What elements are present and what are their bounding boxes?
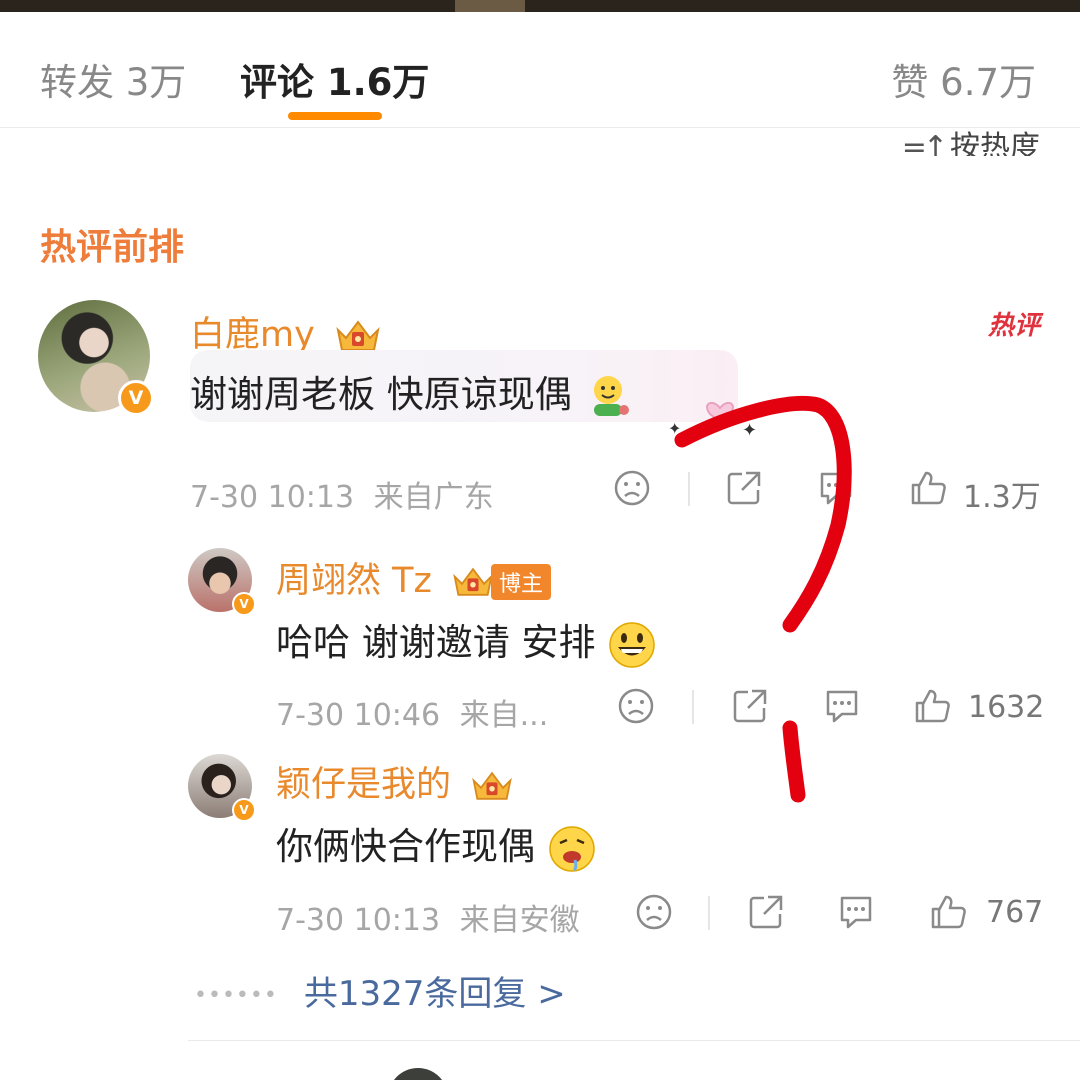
- author-name-text: 白鹿my: [190, 315, 315, 355]
- comment-text-content: 谢谢周老板 快原谅现偶: [190, 373, 572, 416]
- sort-toggle[interactable]: =↑ 按热度: [902, 122, 1040, 156]
- dotted-line: ••••••: [194, 983, 278, 1008]
- action-separator: [708, 896, 710, 930]
- reply-meta: 7-30 10:46 来自...: [276, 690, 548, 734]
- avatar[interactable]: V: [188, 548, 256, 616]
- sparkle-decoration-icon: ✦ ✦ ✦: [668, 401, 757, 441]
- thumbs-up-icon[interactable]: [908, 468, 948, 508]
- action-separator: [688, 472, 690, 506]
- comment-text: 谢谢周老板 快原谅现偶: [190, 364, 634, 422]
- share-icon[interactable]: [724, 468, 764, 508]
- sort-label: 按热度: [950, 130, 1040, 156]
- drooling-emoji-icon: [549, 825, 595, 872]
- avatar[interactable]: [388, 1068, 448, 1080]
- blogger-badge: 博主: [451, 564, 552, 600]
- like-count: 1632: [968, 690, 1045, 725]
- thumbs-up-icon[interactable]: [928, 892, 968, 932]
- svg-text:✦: ✦: [742, 420, 757, 441]
- hug-emoji-icon: [593, 375, 629, 416]
- active-tab-indicator: [288, 112, 382, 120]
- tab-repost[interactable]: 转发 3万: [40, 52, 186, 106]
- reply-author-name[interactable]: 周翊然 Tz 博主: [276, 552, 552, 603]
- reply-text: 你俩快合作现偶: [276, 816, 597, 874]
- comment-location: 来自广东: [373, 480, 494, 515]
- more-replies-label: 共1327条回复 >: [303, 974, 566, 1014]
- comment-bubble-icon[interactable]: [836, 892, 876, 932]
- reply-text-content: 哈哈 谢谢邀请 安排: [276, 621, 596, 664]
- share-icon[interactable]: [730, 686, 770, 726]
- reply-time: 7-30 10:46: [276, 698, 441, 733]
- author-name-text: 颖仔是我的: [276, 765, 452, 805]
- sad-face-icon[interactable]: [616, 686, 656, 726]
- share-icon[interactable]: [746, 892, 786, 932]
- crown-badge-icon: [336, 320, 380, 351]
- tab-comment[interactable]: 评论 1.6万: [240, 52, 429, 106]
- like-count: 1.3万: [963, 480, 1041, 515]
- reply-location: 来自...: [459, 698, 549, 733]
- tab-like[interactable]: 赞 6.7万: [891, 52, 1036, 106]
- comment-meta: 7-30 10:13 来自广东: [190, 472, 494, 516]
- reply-text-content: 你俩快合作现偶: [276, 825, 535, 868]
- verified-v-icon: V: [232, 798, 256, 822]
- sad-face-icon[interactable]: [612, 468, 652, 508]
- comment-bubble-icon[interactable]: [822, 686, 862, 726]
- like-count: 767: [986, 895, 1044, 930]
- avatar[interactable]: V: [38, 300, 154, 416]
- author-name-text: 周翊然 Tz: [276, 561, 432, 601]
- reply-text: 哈哈 谢谢邀请 安排: [276, 612, 657, 670]
- comment-divider: [188, 1040, 1080, 1041]
- comment-time: 7-30 10:13: [190, 480, 355, 515]
- avatar[interactable]: V: [188, 754, 256, 822]
- top-image-glow: [455, 0, 525, 12]
- svg-text:✦: ✦: [704, 418, 712, 429]
- sort-icon: =↑: [901, 130, 948, 156]
- svg-text:✦: ✦: [668, 419, 681, 438]
- comment-bubble-icon[interactable]: [816, 468, 856, 508]
- section-title: 热评前排: [40, 227, 185, 268]
- reply-time: 7-30 10:13: [276, 903, 441, 938]
- tab-bar: 转发 3万 评论 1.6万 赞 6.7万: [0, 12, 1080, 128]
- sad-face-icon[interactable]: [634, 892, 674, 932]
- reply-location: 来自安徽: [459, 903, 580, 938]
- crown-badge-icon: [453, 567, 493, 596]
- reply-meta: 7-30 10:13 来自安徽: [276, 895, 580, 939]
- grin-emoji-icon: [609, 621, 656, 668]
- crown-badge-icon: [472, 771, 512, 800]
- reply-author-name[interactable]: 颖仔是我的: [276, 756, 514, 807]
- action-separator: [692, 690, 694, 724]
- hot-comment-tag: 热评: [987, 311, 1040, 341]
- verified-v-icon: V: [232, 592, 256, 616]
- thumbs-up-icon[interactable]: [912, 686, 952, 726]
- verified-v-icon: V: [118, 380, 154, 416]
- blogger-badge-label: 博主: [491, 564, 552, 600]
- top-image-strip: [0, 0, 1080, 12]
- view-more-replies-link[interactable]: •••••• 共1327条回复 >: [194, 966, 566, 1015]
